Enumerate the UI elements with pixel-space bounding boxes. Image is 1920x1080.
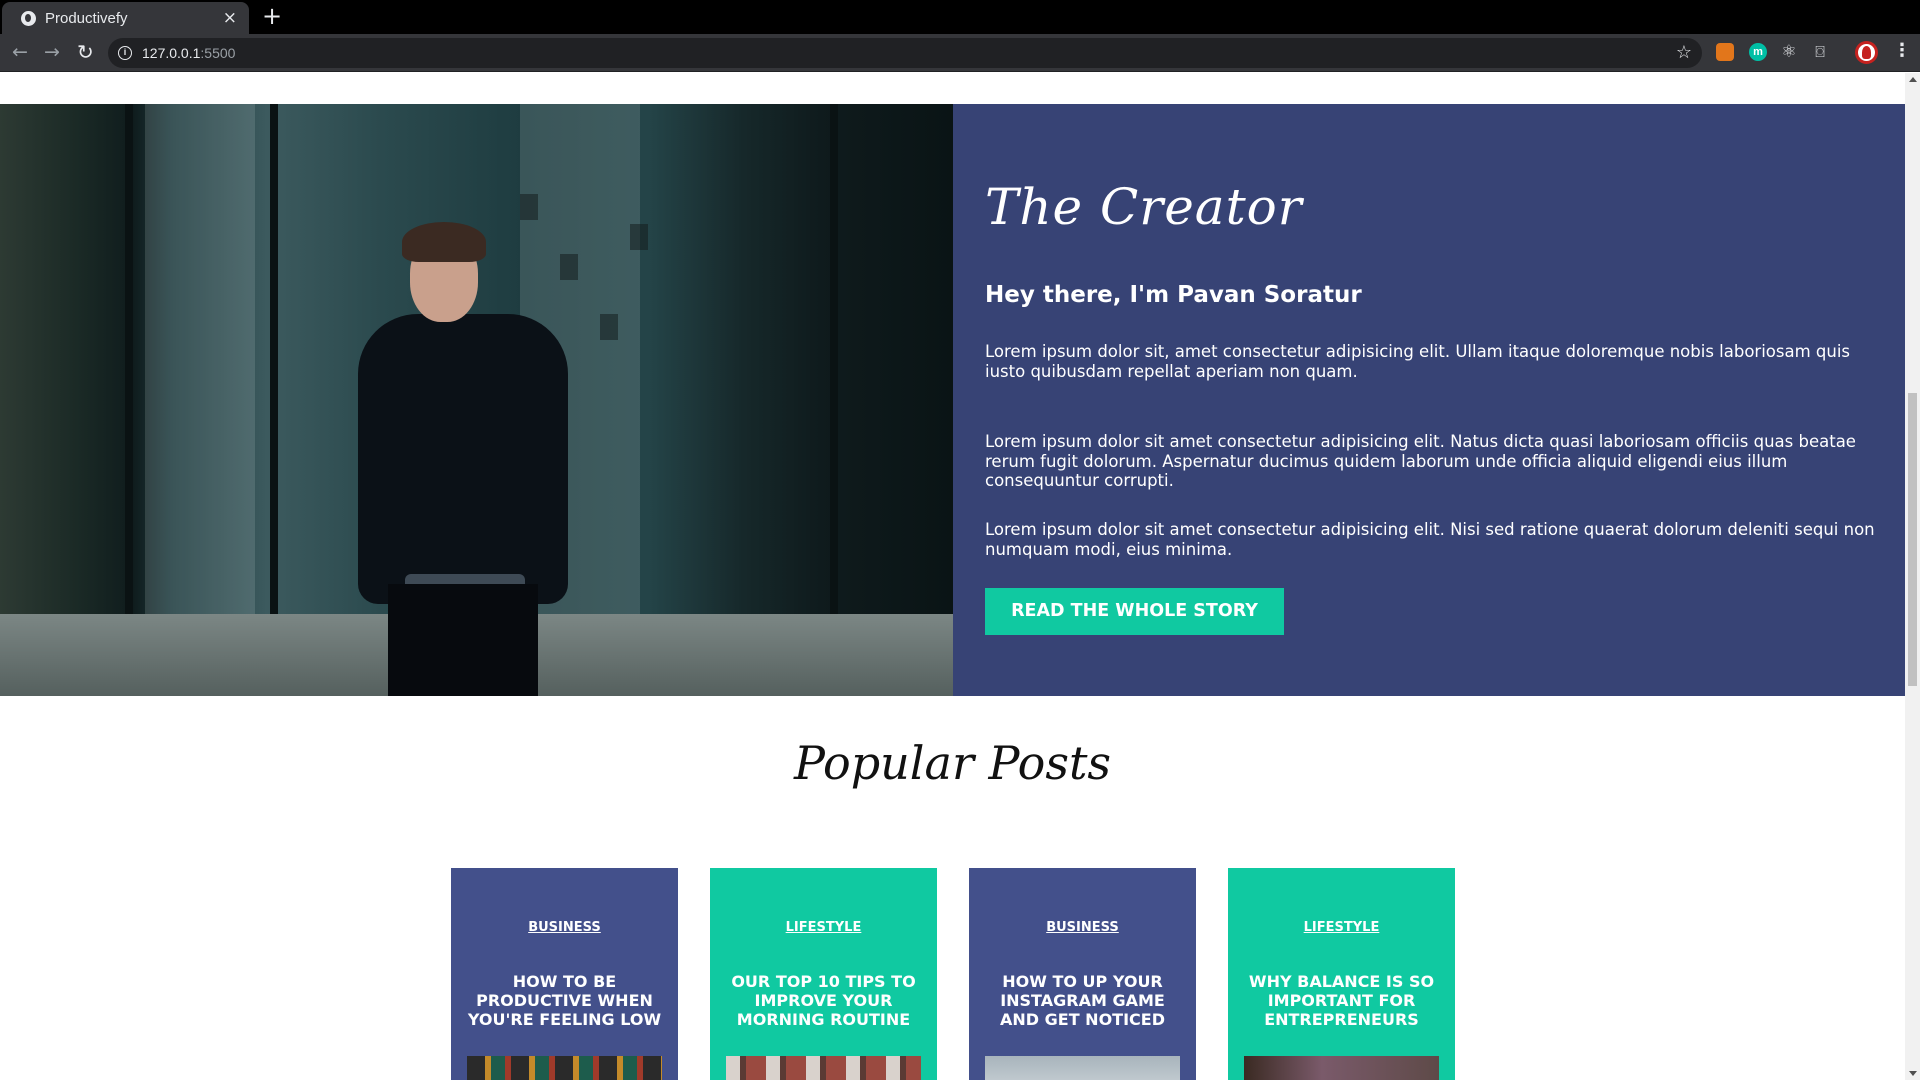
creator-subheading: Hey there, I'm Pavan Soratur — [985, 282, 1362, 308]
camera-extension-icon[interactable]: ⌼ — [1811, 43, 1829, 61]
creator-heading: The Creator — [985, 178, 1303, 236]
popular-posts-list: BUSINESS HOW TO BE PRODUCTIVE WHEN YOU'R… — [451, 868, 1455, 1080]
photo-frame — [125, 104, 133, 696]
photo-window — [560, 254, 578, 280]
post-title[interactable]: HOW TO BE PRODUCTIVE WHEN YOU'RE FEELING… — [461, 972, 668, 1029]
page-scrollbar[interactable] — [1905, 73, 1920, 1080]
creator-section: The Creator Hey there, I'm Pavan Soratur… — [0, 104, 1905, 696]
post-category-link[interactable]: LIFESTYLE — [1228, 920, 1455, 935]
scroll-down-arrow-icon[interactable] — [1909, 1071, 1917, 1076]
metamask-extension-icon[interactable] — [1716, 43, 1734, 61]
photo-person-hoodie — [358, 314, 568, 604]
profile-avatar[interactable] — [1855, 41, 1878, 64]
scrollbar-thumb[interactable] — [1908, 393, 1917, 686]
react-devtools-icon[interactable]: ⚛ — [1780, 43, 1798, 61]
post-card[interactable]: LIFESTYLE OUR TOP 10 TIPS TO IMPROVE YOU… — [710, 868, 937, 1080]
tab-title: Productivefy — [45, 10, 128, 27]
read-whole-story-button[interactable]: READ THE WHOLE STORY — [985, 588, 1284, 635]
forward-icon[interactable]: → — [44, 42, 60, 62]
creator-paragraph: Lorem ipsum dolor sit amet consectetur a… — [985, 432, 1856, 490]
post-category-link[interactable]: BUSINESS — [969, 920, 1196, 935]
browser-tab-strip: Productivefy × + — [0, 0, 1920, 34]
url-port: :5500 — [200, 45, 236, 61]
site-info-icon[interactable]: i — [118, 46, 132, 60]
creator-paragraph: Lorem ipsum dolor sit amet consectetur a… — [985, 520, 1875, 559]
url-text[interactable]: 127.0.0.1:5500 — [142, 45, 235, 61]
post-title[interactable]: HOW TO UP YOUR INSTAGRAM GAME AND GET NO… — [979, 972, 1186, 1029]
browser-tab[interactable]: Productivefy × — [2, 2, 249, 34]
globe-icon — [21, 11, 36, 26]
photo-person-hair — [402, 222, 486, 262]
post-card[interactable]: BUSINESS HOW TO UP YOUR INSTAGRAM GAME A… — [969, 868, 1196, 1080]
photo-frame — [830, 104, 838, 696]
address-bar[interactable]: i 127.0.0.1:5500 ☆ — [108, 38, 1702, 68]
post-category-link[interactable]: BUSINESS — [451, 920, 678, 935]
back-icon[interactable]: ← — [12, 42, 28, 62]
photo-frame — [270, 104, 278, 696]
post-category-link[interactable]: LIFESTYLE — [710, 920, 937, 935]
post-title[interactable]: WHY BALANCE IS SO IMPORTANT FOR ENTREPRE… — [1238, 972, 1445, 1029]
photo-glass-pane — [145, 104, 255, 614]
m-extension-icon[interactable]: m — [1749, 43, 1767, 61]
new-tab-button[interactable]: + — [262, 3, 282, 29]
reload-icon[interactable]: ↻ — [77, 42, 94, 62]
scroll-up-arrow-icon[interactable] — [1909, 77, 1917, 82]
browser-toolbar: ← → ↻ i 127.0.0.1:5500 ☆ m ⚛ ⌼ ⋮ — [0, 34, 1920, 72]
creator-paragraph: Lorem ipsum dolor sit, amet consectetur … — [985, 342, 1851, 381]
browser-menu-icon[interactable]: ⋮ — [1893, 40, 1911, 61]
post-thumbnail[interactable] — [467, 1056, 662, 1080]
post-thumbnail[interactable] — [726, 1056, 921, 1080]
photo-window — [630, 224, 648, 250]
close-tab-icon[interactable]: × — [223, 8, 237, 28]
photo-window — [600, 314, 618, 340]
popular-posts-heading: Popular Posts — [793, 736, 1112, 790]
post-card[interactable]: LIFESTYLE WHY BALANCE IS SO IMPORTANT FO… — [1228, 868, 1455, 1080]
bookmark-star-icon[interactable]: ☆ — [1676, 42, 1692, 63]
page-viewport: The Creator Hey there, I'm Pavan Soratur… — [0, 73, 1905, 1080]
photo-window — [520, 194, 538, 220]
creator-panel: The Creator Hey there, I'm Pavan Soratur… — [953, 104, 1905, 696]
creator-photo — [0, 104, 953, 696]
post-thumbnail[interactable] — [1244, 1056, 1439, 1080]
photo-person-legs — [388, 584, 538, 696]
post-card[interactable]: BUSINESS HOW TO BE PRODUCTIVE WHEN YOU'R… — [451, 868, 678, 1080]
url-host: 127.0.0.1 — [142, 45, 201, 61]
post-title[interactable]: OUR TOP 10 TIPS TO IMPROVE YOUR MORNING … — [720, 972, 927, 1029]
post-thumbnail[interactable] — [985, 1056, 1180, 1080]
